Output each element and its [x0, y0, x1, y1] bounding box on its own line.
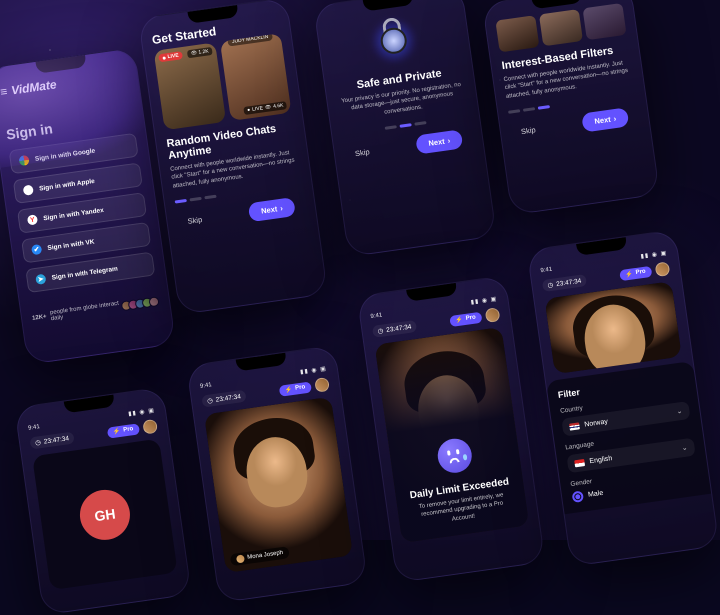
daily-count: 12K+: [32, 314, 47, 322]
self-avatar[interactable]: [314, 377, 330, 393]
bolt-icon: ⚡: [112, 427, 120, 435]
clock-icon: ◷: [207, 396, 214, 405]
next-button[interactable]: Next›: [581, 107, 629, 132]
filter-sheet: Filter Country Norway ⌄ Language English…: [546, 361, 711, 514]
pro-button[interactable]: ⚡Pro: [278, 381, 312, 396]
viewer-count-1: 👁 1.2K: [187, 47, 212, 58]
limit-overlay: Daily Limit Exceeded To remove your limi…: [375, 327, 530, 543]
vk-icon: ✔: [31, 244, 42, 255]
yandex-icon: Y: [27, 214, 38, 225]
pro-button[interactable]: ⚡Pro: [619, 265, 653, 280]
session-timer: ◷23:47:34: [372, 320, 417, 338]
daily-text: people from globe interact daily: [50, 301, 121, 323]
pro-button[interactable]: ⚡Pro: [449, 311, 483, 326]
notch: [363, 0, 414, 12]
next-button[interactable]: Next›: [415, 129, 463, 154]
session-timer: ◷23:47:34: [29, 431, 74, 449]
flag-english-icon: [574, 459, 585, 467]
daily-avatars: [124, 296, 160, 311]
pro-button[interactable]: ⚡Pro: [106, 423, 140, 438]
telegram-icon: ➤: [35, 274, 46, 285]
language-value: English: [589, 455, 613, 465]
chevron-down-icon: ⌄: [681, 444, 688, 453]
video-tile-1: LIVE 👁 1.2K: [154, 42, 226, 130]
viewer-count-2: ● LIVE 👁 4.6K: [244, 101, 287, 115]
video-tiles: LIVE 👁 1.2K JUDY MACKLIN ● LIVE 👁 4.6K: [154, 33, 292, 130]
bolt-icon: ⚡: [455, 316, 463, 324]
chevron-down-icon: ⌄: [676, 407, 683, 416]
remote-video: GH: [32, 439, 178, 591]
country-value: Norway: [584, 418, 608, 428]
chevron-right-icon: ›: [613, 114, 617, 123]
live-badge: LIVE: [158, 51, 183, 62]
status-icons: ▮▮ ◉ ▣: [128, 407, 156, 418]
video-tile-2: JUDY MACKLIN ● LIVE 👁 4.6K: [219, 33, 291, 121]
status-icons: ▮▮ ◉ ▣: [640, 249, 668, 260]
remote-video: Mona Joseph: [204, 397, 353, 573]
remote-avatar-icon: [236, 554, 245, 563]
session-timer: ◷23:47:34: [542, 274, 587, 292]
sad-face-icon: [432, 433, 477, 478]
signin-yandex-label: Sign in with Yandex: [43, 206, 104, 221]
status-icons: ▮▮ ◉ ▣: [470, 295, 498, 306]
notch: [531, 0, 582, 9]
timer-value: 23:47:34: [386, 323, 412, 333]
chevron-right-icon: ›: [447, 136, 451, 145]
avatar-initials: GH: [77, 486, 133, 542]
bolt-icon: ⚡: [625, 270, 633, 278]
gender-value: Male: [588, 490, 604, 499]
radio-icon: [572, 491, 584, 503]
clock-icon: ◷: [35, 438, 42, 447]
bolt-icon: ⚡: [284, 386, 292, 394]
timer-value: 23:47:34: [215, 393, 241, 403]
remote-user-name: Mona Joseph: [247, 550, 284, 561]
status-time: 9:41: [200, 382, 212, 390]
daily-users-caption: 12K+ people from globe interact daily: [31, 295, 159, 325]
apple-icon: [23, 185, 34, 196]
signin-vk-label: Sign in with VK: [47, 238, 95, 252]
skip-button[interactable]: Skip: [354, 142, 370, 158]
timer-value: 23:47:34: [43, 435, 69, 445]
remote-video: Daily Limit Exceeded To remove your limi…: [375, 327, 530, 543]
clock-icon: ◷: [547, 281, 554, 290]
next-button[interactable]: Next›: [248, 197, 296, 222]
timer-value: 23:47:34: [556, 277, 582, 287]
clock-icon: ◷: [377, 327, 384, 336]
status-icons: ▮▮ ◉ ▣: [300, 365, 328, 376]
self-avatar[interactable]: [485, 307, 501, 323]
skip-button[interactable]: Skip: [186, 210, 202, 226]
chevron-right-icon: ›: [280, 204, 284, 213]
screen-chat-waiting: 9:41 ▮▮ ◉ ▣ ◷23:47:34 ⚡Pro GH: [14, 387, 192, 615]
padlock-illustration: [365, 13, 421, 69]
status-time: 9:41: [370, 312, 382, 320]
status-time: 9:41: [540, 266, 552, 274]
signin-apple-label: Sign in with Apple: [39, 177, 96, 192]
session-timer: ◷23:47:34: [201, 390, 246, 408]
status-time: 9:41: [28, 424, 40, 432]
self-avatar[interactable]: [655, 261, 671, 277]
remote-video: [544, 281, 681, 374]
flag-norway-icon: [569, 422, 580, 430]
signin-telegram-label: Sign in with Telegram: [51, 265, 118, 281]
skip-button[interactable]: Skip: [520, 120, 536, 136]
self-avatar[interactable]: [142, 419, 158, 435]
screen-onboarding-3: Interest-Based Filters Connect with peop…: [482, 0, 660, 215]
